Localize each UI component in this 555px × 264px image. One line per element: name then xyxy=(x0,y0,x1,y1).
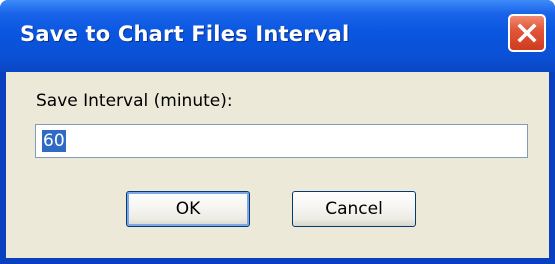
cancel-button[interactable]: Cancel xyxy=(292,191,416,227)
title-bar[interactable]: Save to Chart Files Interval xyxy=(0,0,555,72)
save-interval-label: Save Interval (minute): xyxy=(36,91,233,111)
dialog-body: Save Interval (minute): 60 OK Cancel xyxy=(6,72,549,258)
save-interval-input[interactable]: 60 xyxy=(35,124,528,158)
close-icon xyxy=(517,23,537,43)
ok-button[interactable]: OK xyxy=(126,191,250,227)
save-interval-value: 60 xyxy=(42,130,66,152)
dialog-window: Save to Chart Files Interval Save Interv… xyxy=(0,0,555,264)
dialog-title: Save to Chart Files Interval xyxy=(20,22,350,46)
close-button[interactable] xyxy=(508,14,546,52)
